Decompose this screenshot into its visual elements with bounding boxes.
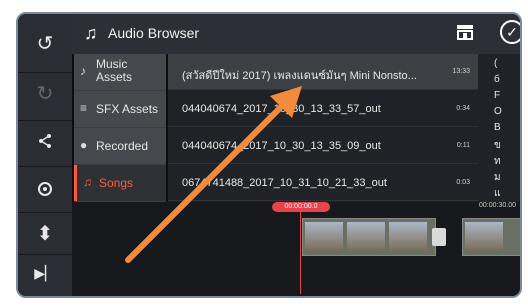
annotation-arrow (125, 86, 302, 263)
